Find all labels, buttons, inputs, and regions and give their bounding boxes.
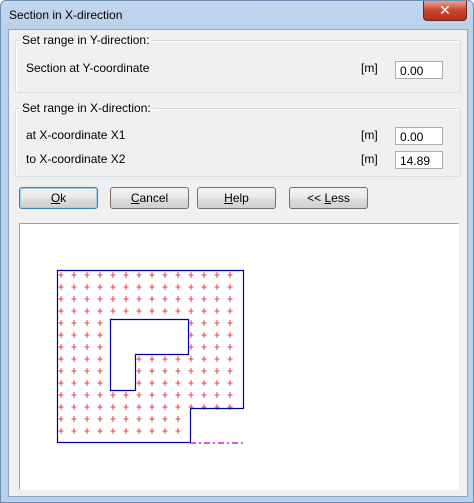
less-prefix: << [307, 191, 325, 205]
x2-input[interactable]: 14.89 [395, 151, 443, 169]
floor-outline [56, 269, 245, 444]
dialog-client-area: Set range in Y-direction: Section at Y-c… [8, 29, 468, 497]
ok-button[interactable]: Ok [19, 187, 98, 209]
title-bar[interactable]: Section in X-direction ✕ [1, 1, 473, 29]
help-mnemonic: H [224, 191, 233, 205]
x1-label: at X-coordinate X1 [26, 128, 126, 142]
cancel-label: ancel [139, 191, 169, 205]
grid-marks [58, 272, 233, 434]
less-button[interactable]: << Less [289, 187, 368, 209]
cancel-button[interactable]: Cancel [110, 187, 189, 209]
ok-label: k [60, 191, 67, 205]
less-label: ess [331, 191, 350, 205]
section-y-label: Section at Y-coordinate [26, 61, 150, 75]
x-range-legend: Set range in X-direction: [22, 101, 151, 115]
help-label: elp [232, 191, 249, 205]
section-y-unit: [m] [361, 61, 378, 75]
x2-unit: [m] [361, 152, 378, 166]
ok-mnemonic: O [50, 191, 61, 205]
dialog-window: Section in X-direction ✕ Set range in Y-… [0, 0, 474, 503]
section-y-input[interactable]: 0.00 [395, 61, 443, 79]
x2-label: to X-coordinate X2 [26, 152, 126, 166]
x1-input[interactable]: 0.00 [395, 127, 443, 145]
section-preview-drawing [56, 269, 245, 444]
y-range-legend: Set range in Y-direction: [22, 33, 150, 47]
help-button[interactable]: Help [197, 187, 276, 209]
section-preview-canvas[interactable] [19, 223, 459, 490]
x1-unit: [m] [361, 128, 378, 142]
close-icon: ✕ [439, 2, 451, 18]
close-button[interactable]: ✕ [423, 1, 467, 21]
window-title: Section in X-direction [9, 8, 123, 22]
